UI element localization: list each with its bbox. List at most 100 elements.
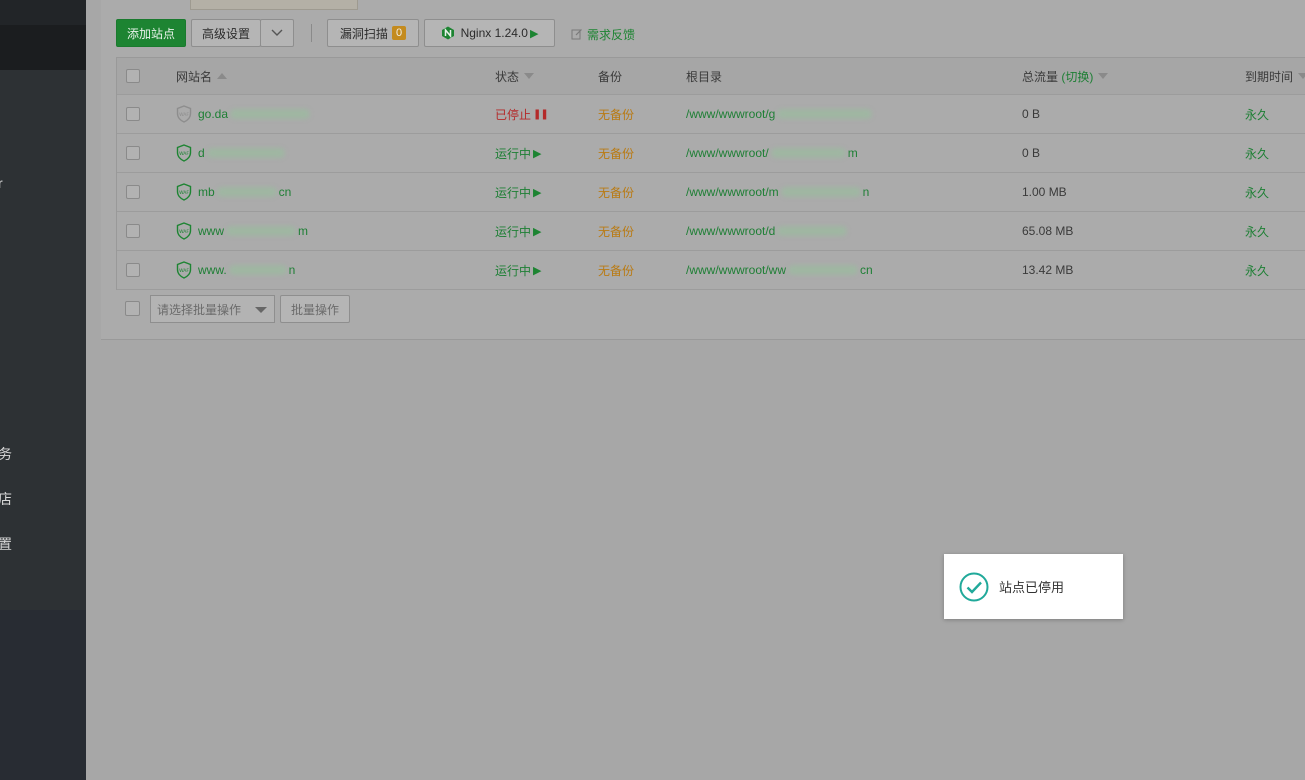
backup-link[interactable]: 无备份 <box>598 95 634 133</box>
site-name: d <box>198 146 205 160</box>
traffic-value: 65.08 MB <box>1022 224 1074 238</box>
redacted-text <box>777 109 873 119</box>
play-icon: ▶ <box>533 147 542 160</box>
site-name-link[interactable]: WAF mb cn <box>176 173 291 211</box>
site-name-link[interactable]: WAF www. n <box>176 251 295 289</box>
feedback-link[interactable]: 需求反馈 <box>571 25 635 43</box>
status-toggle[interactable]: 运行中 ▶ <box>495 212 541 250</box>
vuln-scan-button[interactable]: 漏洞扫描 0 <box>327 19 419 47</box>
status-toggle[interactable]: 运行中 ▶ <box>495 251 541 289</box>
status-label: 运行中 <box>495 146 532 161</box>
site-name: go.da <box>198 107 229 121</box>
status-toggle[interactable]: 运行中 ▶ <box>495 173 541 211</box>
redacted-text <box>770 148 846 158</box>
backup-link[interactable]: 无备份 <box>598 134 634 172</box>
sidebar-item-fragment[interactable]: r <box>0 175 3 191</box>
vuln-count-badge: 0 <box>391 26 407 40</box>
vuln-scan-label: 漏洞扫描 <box>339 26 388 41</box>
row-checkbox[interactable] <box>126 107 140 121</box>
caret-down-icon <box>255 307 267 313</box>
traffic-value: 0 B <box>1022 107 1041 121</box>
select-all-checkbox[interactable] <box>126 69 140 83</box>
sidebar-item-fragment[interactable]: 店 <box>0 489 12 509</box>
root-path: /www/wwwroot/m <box>686 185 779 199</box>
column-traffic[interactable]: 总流量 (切换) <box>1022 58 1109 94</box>
root-path-link[interactable]: /www/wwwroot/g <box>686 95 874 133</box>
status-toggle[interactable]: 已停止 ❚❚ <box>495 95 549 133</box>
table-row: WAF www. n 运行中 ▶ 无备份 /www/wwwroot/ww cn 13.… <box>117 251 1305 290</box>
sidebar-top <box>0 0 86 25</box>
column-site-name[interactable]: 网站名 <box>176 58 228 94</box>
table-header: 网站名 状态 备份 根目录 总流量 (切换) 到期时间 <box>117 58 1305 95</box>
sidebar-item-fragment[interactable]: 务 <box>0 444 12 464</box>
batch-operation-button[interactable]: 批量操作 <box>280 295 350 323</box>
play-icon: ▶ <box>533 264 542 277</box>
root-path-link[interactable]: /www/wwwroot/m n <box>686 173 869 211</box>
check-circle-icon <box>959 572 989 601</box>
backup-link[interactable]: 无备份 <box>598 212 634 250</box>
expiry-link[interactable]: 永久 <box>1245 212 1269 250</box>
root-path: /www/wwwroot/d <box>686 224 776 238</box>
traffic-value: 0 B <box>1022 146 1041 160</box>
advanced-settings-button[interactable]: 高级设置 <box>191 19 261 47</box>
redacted-text <box>206 148 285 158</box>
root-path-link[interactable]: /www/wwwroot/ww cn <box>686 251 873 289</box>
site-name-link[interactable]: WAF d <box>176 134 287 172</box>
sidebar-lower <box>0 610 86 780</box>
row-checkbox[interactable] <box>126 146 140 160</box>
expiry-link[interactable]: 永久 <box>1245 95 1269 133</box>
root-path-link[interactable]: /www/wwwroot/d <box>686 212 849 250</box>
root-path-link[interactable]: /www/wwwroot/m <box>686 134 858 172</box>
backup-link[interactable]: 无备份 <box>598 173 634 211</box>
add-site-button[interactable]: 添加站点 <box>116 19 186 47</box>
advanced-dropdown-button[interactable] <box>260 19 294 47</box>
column-expiry[interactable]: 到期时间 <box>1245 58 1305 94</box>
expiry-link[interactable]: 永久 <box>1245 134 1269 172</box>
root-path-suffix: n <box>862 185 870 199</box>
site-name-link[interactable]: WAF go.da <box>176 95 312 133</box>
column-status[interactable]: 状态 <box>495 58 535 94</box>
sidebar-item-active[interactable] <box>0 25 86 70</box>
redacted-text <box>230 109 311 119</box>
site-name: www <box>198 224 224 238</box>
chevron-down-icon <box>271 29 283 36</box>
redacted-text <box>228 265 287 275</box>
edit-note-icon <box>571 29 582 40</box>
row-checkbox[interactable] <box>126 185 140 199</box>
backup-link[interactable]: 无备份 <box>598 251 634 289</box>
nginx-label: Nginx 1.24.0 <box>460 26 528 40</box>
root-path: /www/wwwroot/ <box>686 146 769 160</box>
root-path-suffix: cn <box>860 263 873 277</box>
status-toggle[interactable]: 运行中 ▶ <box>495 134 541 172</box>
svg-text:WAF: WAF <box>179 151 189 157</box>
table-row: WAF d 运行中 ▶ 无备份 /www/wwwroot/m 0 B 永久 <box>117 134 1305 173</box>
waf-shield-icon: WAF <box>176 144 192 162</box>
pause-icon: ❚❚ <box>533 108 549 120</box>
batch-operation-select[interactable]: 请选择批量操作 <box>150 295 275 323</box>
column-backup: 备份 <box>598 69 623 84</box>
traffic-switch-link[interactable]: (切换) <box>1061 68 1093 85</box>
sidebar-menu-panel <box>0 70 86 610</box>
sidebar-item-fragment[interactable]: 置 <box>0 534 12 554</box>
svg-text:WAF: WAF <box>179 268 189 274</box>
redacted-text <box>777 226 848 236</box>
redacted-text <box>780 187 861 197</box>
table-row: WAF www m 运行中 ▶ 无备份 /www/wwwroot/d 65.08 M… <box>117 212 1305 251</box>
row-checkbox[interactable] <box>126 224 140 238</box>
site-name-link[interactable]: WAF www m <box>176 212 308 250</box>
column-label: 网站名 <box>176 69 213 84</box>
expiry-link[interactable]: 永久 <box>1245 251 1269 289</box>
redacted-text <box>216 187 277 197</box>
expiry-link[interactable]: 永久 <box>1245 173 1269 211</box>
batch-select-checkbox[interactable] <box>125 301 140 316</box>
feedback-label: 需求反馈 <box>587 27 636 42</box>
status-label: 运行中 <box>495 263 532 278</box>
nginx-hex-icon <box>441 26 454 40</box>
nginx-button[interactable]: Nginx 1.24.0 ▶ <box>424 19 555 47</box>
table-row: WAF mb cn 运行中 ▶ 无备份 /www/wwwroot/m n 1.00 M… <box>117 173 1305 212</box>
site-name-suffix: n <box>288 263 296 277</box>
tooltip-tab <box>190 0 358 10</box>
row-checkbox[interactable] <box>126 263 140 277</box>
table-row: WAF go.da 已停止 ❚❚ 无备份 /www/wwwroot/g 0 B 永… <box>117 95 1305 134</box>
waf-shield-icon: WAF <box>176 261 192 279</box>
